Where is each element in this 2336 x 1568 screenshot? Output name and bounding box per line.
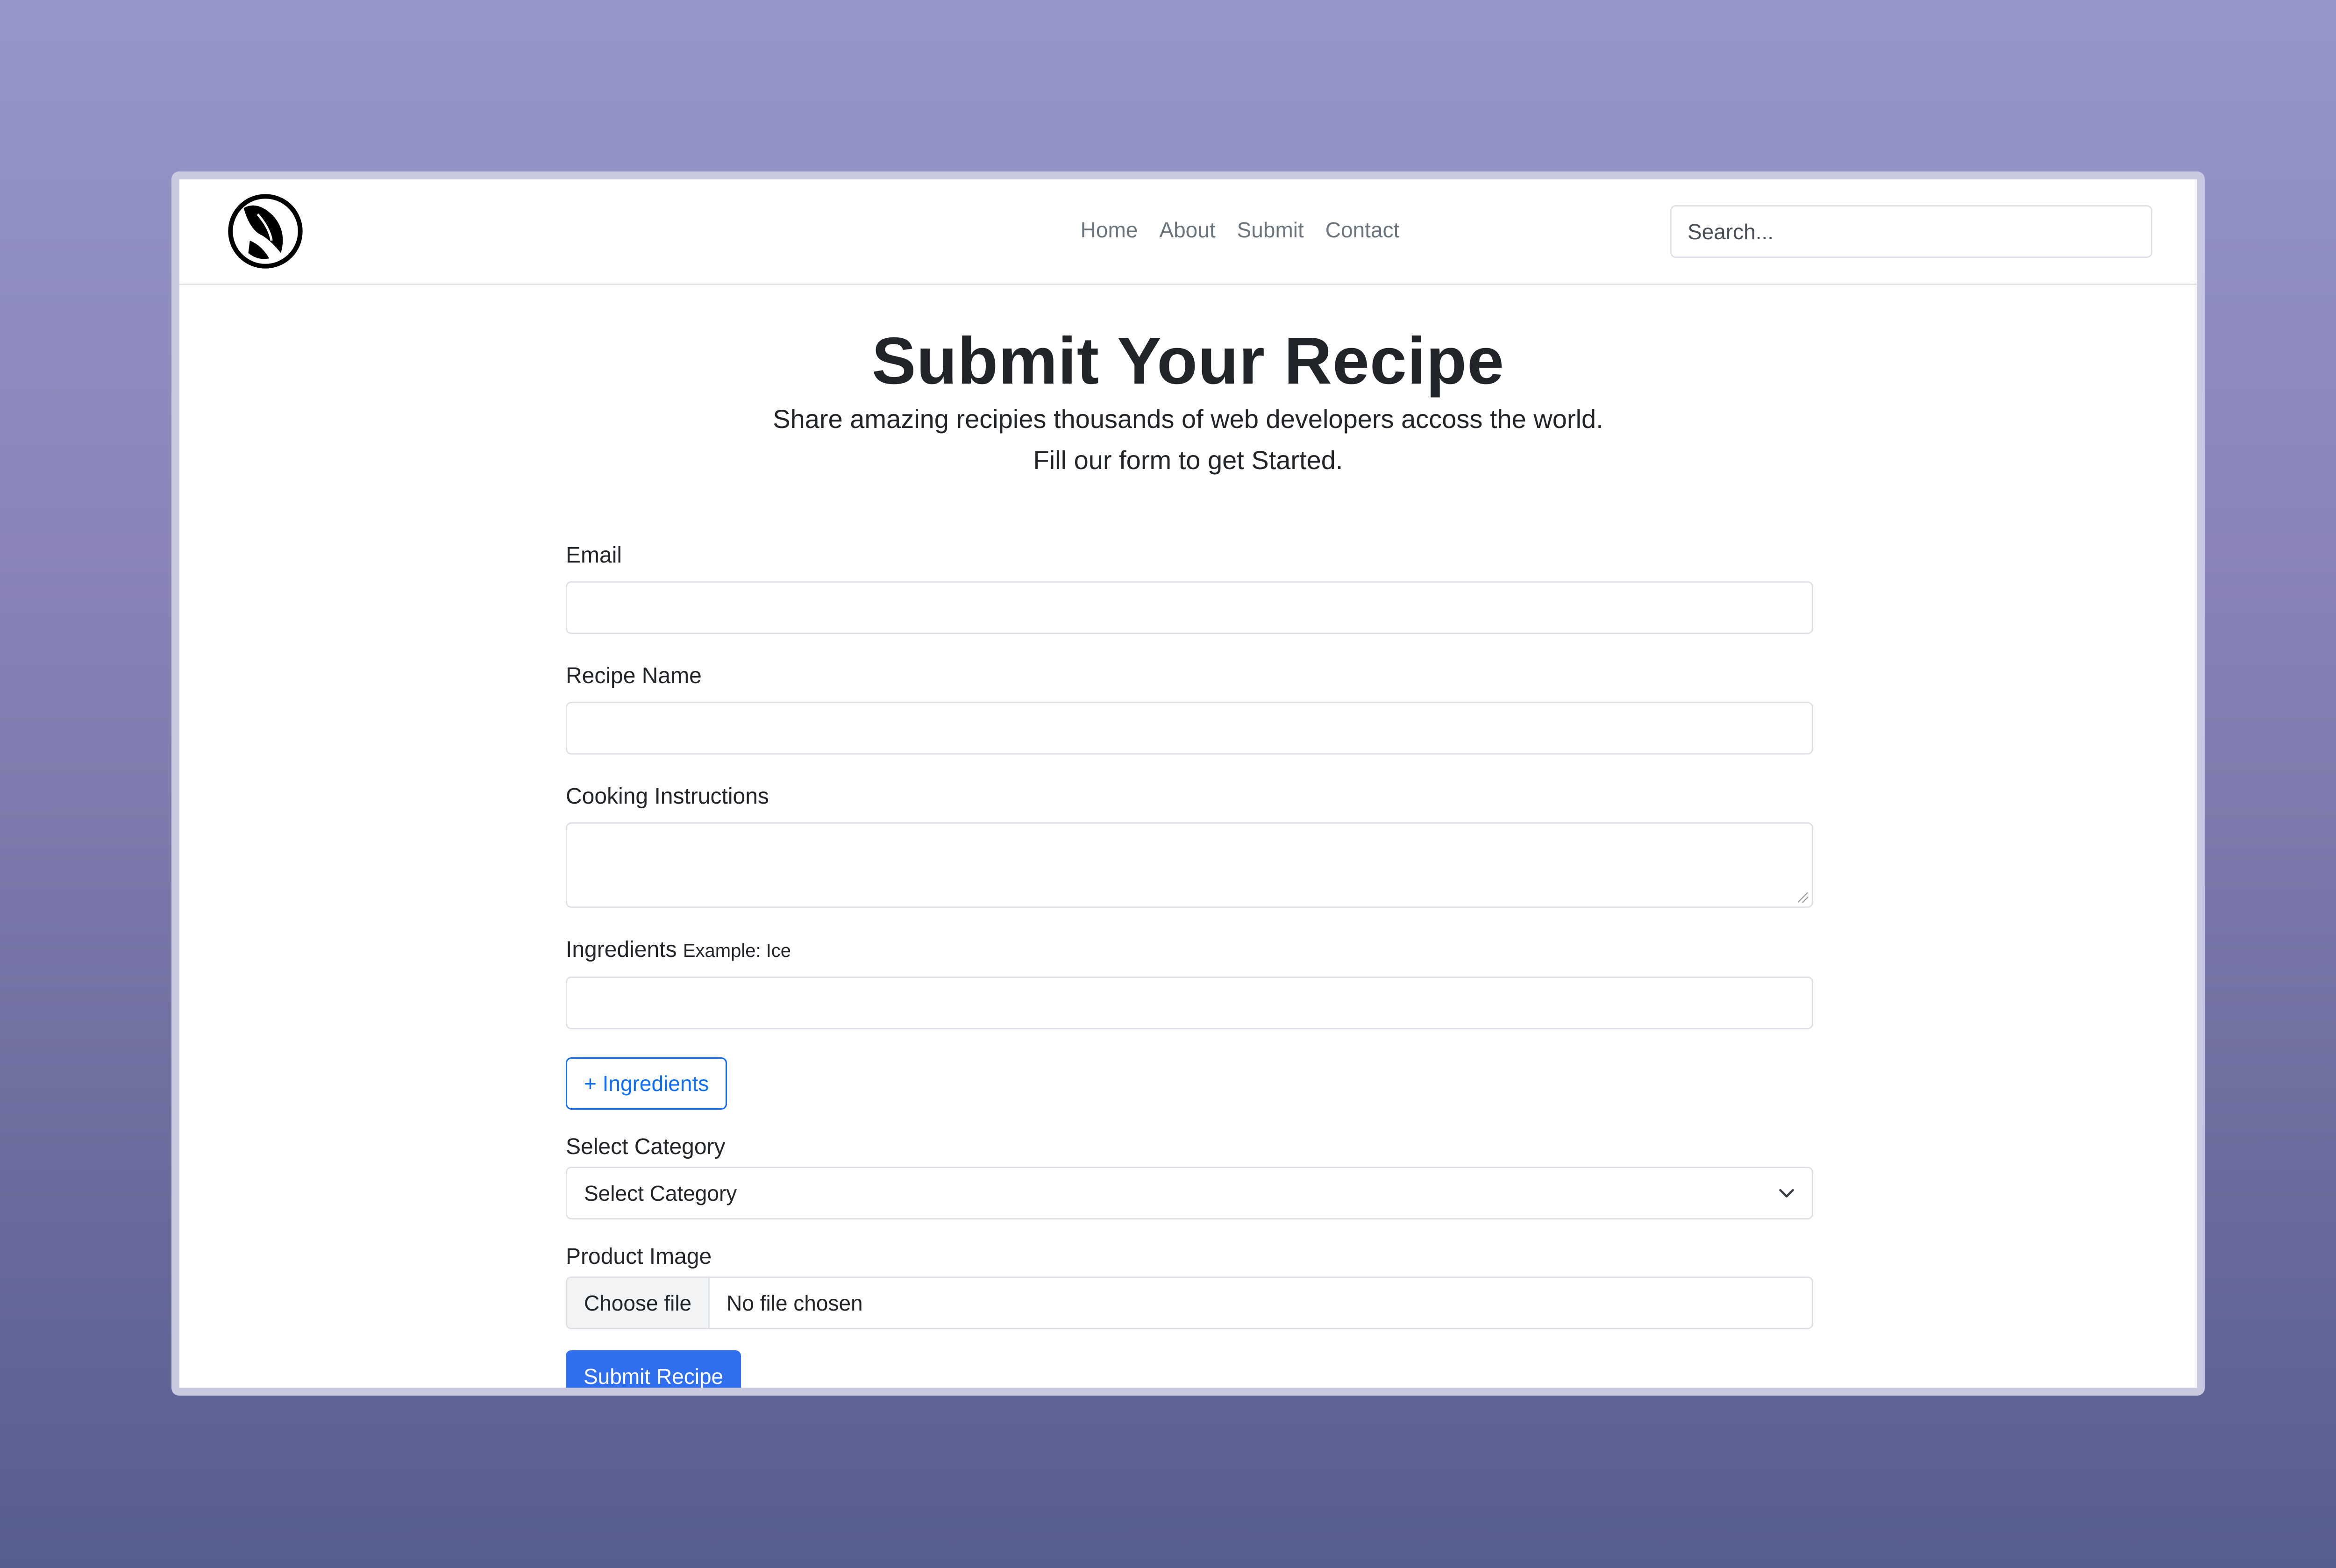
hero: Submit Your Recipe Share amazing recipie… <box>179 324 2197 481</box>
page-window: Home About Submit Contact Submit Your Re… <box>179 179 2197 1388</box>
file-input[interactable]: Choose file No file chosen <box>566 1276 1813 1329</box>
ingredients-field[interactable] <box>566 976 1813 1029</box>
submit-recipe-button[interactable]: Submit Recipe <box>566 1350 741 1388</box>
category-label: Select Category <box>566 1134 726 1159</box>
choose-file-button[interactable]: Choose file <box>567 1278 710 1328</box>
resize-handle-icon[interactable] <box>1798 892 1808 903</box>
recipe-name-label: Recipe Name <box>566 663 702 688</box>
recipe-name-field[interactable] <box>566 702 1813 755</box>
subtitle-line-2: Fill our form to get Started. <box>1033 445 1343 475</box>
navbar: Home About Submit Contact <box>179 179 2197 285</box>
ingredients-group: Ingredients Example: Ice <box>566 936 1813 1029</box>
category-select[interactable]: Select Category <box>566 1167 1813 1219</box>
subtitle-line-1: Share amazing recipies thousands of web … <box>773 404 1603 434</box>
nav-link-about[interactable]: About <box>1159 216 1215 244</box>
email-label: Email <box>566 543 622 568</box>
image-label: Product Image <box>566 1244 712 1269</box>
email-group: Email <box>566 542 1813 634</box>
nav-link-contact[interactable]: Contact <box>1325 216 1400 244</box>
instructions-textarea[interactable] <box>566 822 1813 908</box>
category-group: Select Category Select Category <box>566 1133 1813 1219</box>
category-selected-value: Select Category <box>584 1181 737 1205</box>
ingredients-label-text: Ingredients <box>566 937 677 962</box>
browser-frame: Home About Submit Contact Submit Your Re… <box>171 171 2205 1396</box>
search-input[interactable] <box>1670 205 2152 258</box>
instructions-group: Cooking Instructions <box>566 783 1813 908</box>
add-ingredients-group: + Ingredients <box>566 1057 1813 1110</box>
image-group: Product Image Choose file No file chosen <box>566 1243 1813 1329</box>
file-status: No file chosen <box>726 1290 863 1315</box>
chevron-down-icon <box>1779 1189 1794 1197</box>
recipe-name-group: Recipe Name <box>566 662 1813 755</box>
page-title: Submit Your Recipe <box>871 324 1505 398</box>
ingredients-label: Ingredients Example: Ice <box>566 936 1813 965</box>
nav-link-submit[interactable]: Submit <box>1237 216 1304 244</box>
add-ingredients-button[interactable]: + Ingredients <box>566 1057 727 1110</box>
nav-link-home[interactable]: Home <box>1081 216 1138 244</box>
recipe-form: Email Recipe Name Cooking Instructions I… <box>566 542 1813 1388</box>
ingredients-hint: Example: Ice <box>683 941 791 961</box>
instructions-label: Cooking Instructions <box>566 784 769 809</box>
email-field[interactable] <box>566 581 1813 634</box>
